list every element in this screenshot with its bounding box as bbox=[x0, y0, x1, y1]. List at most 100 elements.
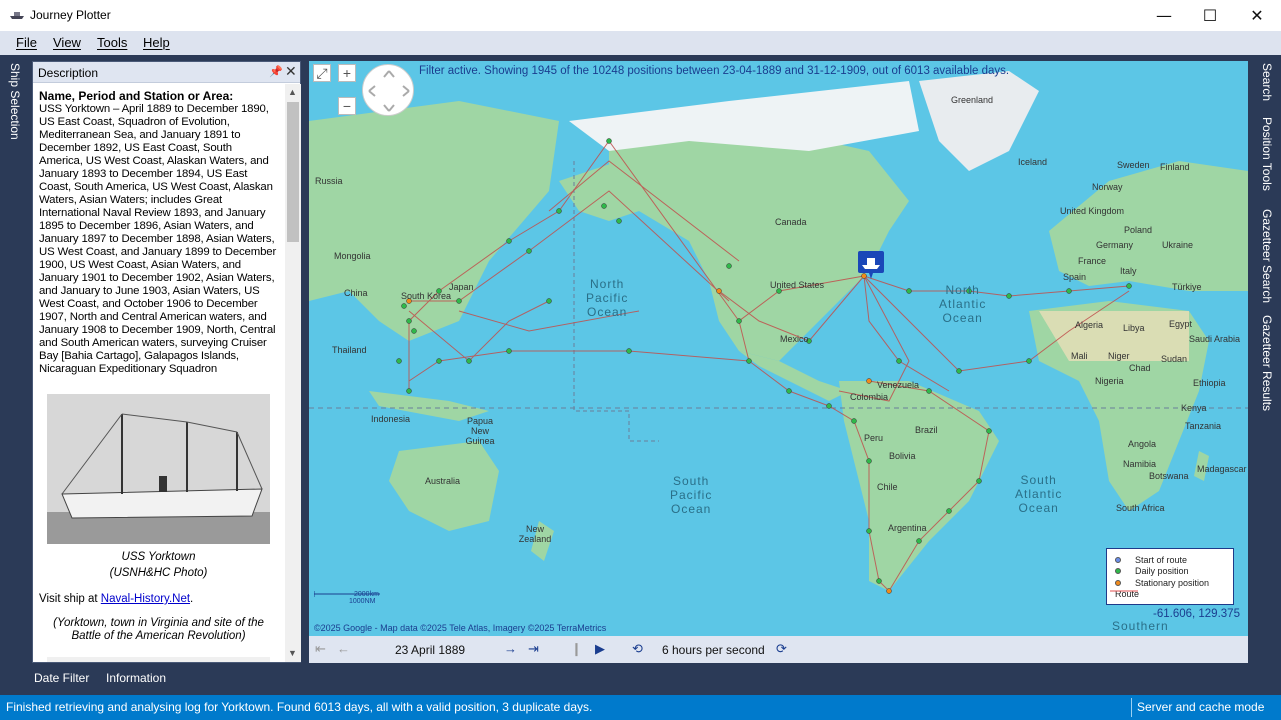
label-north-atlantic: North Atlantic Ocean bbox=[939, 283, 987, 325]
naval-history-link[interactable]: Naval-History.Net bbox=[101, 593, 190, 605]
pan-control[interactable] bbox=[362, 64, 414, 116]
bottom-dock-tabs: Date Filter Information bbox=[0, 663, 1281, 695]
description-title: Description bbox=[38, 66, 99, 80]
label-madagascar: Madagascar bbox=[1197, 464, 1247, 474]
label-uk: United Kingdom bbox=[1060, 206, 1125, 216]
scroll-thumb[interactable] bbox=[287, 102, 299, 242]
current-date: 23 April 1889 bbox=[395, 643, 466, 657]
tab-gazetteer-results[interactable]: Gazetteer Results bbox=[1260, 315, 1274, 411]
legend-stationary-dot bbox=[1115, 579, 1121, 586]
scroll-up-icon[interactable]: ▲ bbox=[288, 87, 297, 97]
label-norway: Norway bbox=[1092, 182, 1123, 192]
map-view[interactable]: Greenland Iceland Sweden Norway Finland … bbox=[309, 61, 1248, 636]
status-message: Finished retrieving and analysing log fo… bbox=[6, 700, 593, 714]
tab-search[interactable]: Search bbox=[1260, 63, 1274, 101]
label-ethiopia: Ethiopia bbox=[1193, 378, 1226, 388]
label-mongolia: Mongolia bbox=[334, 251, 371, 261]
status-separator bbox=[1131, 698, 1132, 717]
playback-bar: ⇤ ← 23 April 1889 → ⇥ ❙ ▶ ⟲ 6 hours per … bbox=[309, 636, 1248, 663]
left-dock-strip: Ship Selection bbox=[0, 55, 30, 695]
close-panel-icon[interactable]: ✕ bbox=[285, 63, 297, 80]
town-note: (Yorktown, town in Virginia and site of … bbox=[53, 617, 264, 642]
minimize-button[interactable]: — bbox=[1141, 0, 1187, 31]
label-thailand: Thailand bbox=[332, 345, 367, 355]
slower-icon[interactable]: ⟲ bbox=[632, 641, 643, 657]
tab-information[interactable]: Information bbox=[106, 671, 166, 685]
zoom-out-button[interactable]: − bbox=[338, 97, 356, 115]
faster-icon[interactable]: ⟳ bbox=[776, 641, 787, 657]
menu-view[interactable]: View bbox=[53, 35, 81, 50]
label-france: France bbox=[1078, 256, 1107, 266]
tab-gazetteer-search[interactable]: Gazetteer Search bbox=[1260, 209, 1274, 303]
description-scrollbar[interactable]: ▲ ▼ bbox=[285, 84, 301, 662]
zoom-in-button[interactable]: + bbox=[338, 64, 356, 82]
step-back-icon[interactable]: ← bbox=[337, 641, 350, 656]
label-finland: Finland bbox=[1160, 162, 1190, 172]
menu-help[interactable]: Help bbox=[143, 35, 170, 50]
label-germany: Germany bbox=[1096, 240, 1134, 250]
map-scale: 2000km 1000NM bbox=[314, 591, 380, 605]
play-icon[interactable]: ▶ bbox=[595, 641, 605, 657]
menu-tools[interactable]: Tools bbox=[97, 35, 127, 50]
description-heading: Name, Period and Station or Area: bbox=[39, 89, 234, 103]
label-indonesia: Indonesia bbox=[371, 414, 411, 424]
label-nigeria: Nigeria bbox=[1095, 376, 1124, 386]
tab-ship-selection[interactable]: Ship Selection bbox=[8, 63, 22, 140]
close-button[interactable]: ✕ bbox=[1234, 0, 1280, 31]
visit-line: Visit ship at Naval-History.Net. bbox=[39, 593, 194, 605]
maximize-button[interactable]: ☐ bbox=[1187, 0, 1233, 31]
label-sweden: Sweden bbox=[1117, 160, 1150, 170]
label-italy: Italy bbox=[1120, 266, 1137, 276]
label-south-atlantic: South Atlantic Ocean bbox=[1015, 473, 1063, 515]
description-text: USS Yorktown – April 1889 to December 18… bbox=[39, 103, 277, 375]
label-chile: Chile bbox=[877, 482, 898, 492]
label-colombia: Colombia bbox=[850, 392, 889, 402]
tab-date-filter[interactable]: Date Filter bbox=[34, 671, 89, 685]
pause-icon[interactable]: ❙ bbox=[571, 641, 582, 657]
tab-position-tools[interactable]: Position Tools bbox=[1260, 117, 1274, 191]
label-new-zealand: New Zealand bbox=[518, 524, 552, 544]
ship-app-icon bbox=[10, 12, 24, 19]
label-mexico: Mexico bbox=[780, 334, 809, 344]
label-libya: Libya bbox=[1123, 323, 1145, 333]
label-peru: Peru bbox=[864, 433, 884, 443]
label-brazil: Brazil bbox=[915, 425, 938, 435]
label-algeria: Algeria bbox=[1075, 320, 1104, 330]
label-south-pacific: South Pacific Ocean bbox=[670, 474, 713, 516]
description-panel: Description 📌 ✕ Name, Period and Station… bbox=[32, 61, 301, 663]
label-north-pacific: North Pacific Ocean bbox=[586, 277, 629, 319]
label-australia: Australia bbox=[425, 476, 461, 486]
window-title: Journey Plotter bbox=[30, 8, 111, 22]
cursor-coordinates: -61.606, 129.375 bbox=[1153, 608, 1240, 620]
label-kenya: Kenya bbox=[1181, 403, 1207, 413]
label-spain: Spain bbox=[1063, 272, 1087, 282]
map-copyright: ©2025 Google - Map data ©2025 Tele Atlas… bbox=[314, 623, 607, 633]
label-canada: Canada bbox=[775, 217, 807, 227]
label-ukraine: Ukraine bbox=[1162, 240, 1194, 250]
pin-icon[interactable]: 📌 bbox=[269, 65, 283, 78]
label-namibia: Namibia bbox=[1123, 459, 1157, 469]
label-tanzania: Tanzania bbox=[1185, 421, 1222, 431]
legend-start-dot bbox=[1115, 556, 1121, 563]
label-russia: Russia bbox=[315, 176, 343, 186]
cache-mode: Server and cache mode bbox=[1137, 700, 1265, 714]
label-united-states: United States bbox=[770, 280, 825, 290]
description-header: Description 📌 ✕ bbox=[33, 62, 300, 83]
label-greenland: Greenland bbox=[951, 95, 994, 105]
skip-to-end-icon[interactable]: ⇥ bbox=[528, 641, 539, 657]
skip-to-start-icon[interactable]: ⇤ bbox=[315, 641, 326, 657]
label-southern-ocean: Southern bbox=[1112, 619, 1169, 633]
label-mali: Mali bbox=[1071, 351, 1088, 361]
label-bolivia: Bolivia bbox=[889, 451, 916, 461]
menu-bar: File View Tools Help bbox=[0, 31, 1281, 55]
step-forward-icon[interactable]: → bbox=[504, 641, 517, 656]
label-botswana: Botswana bbox=[1149, 471, 1189, 481]
menu-file[interactable]: File bbox=[16, 35, 37, 50]
fullscreen-icon[interactable]: ⤢ bbox=[313, 64, 331, 82]
ship-photo bbox=[47, 394, 270, 544]
label-chad: Chad bbox=[1129, 363, 1151, 373]
right-dock-strip: Search Position Tools Gazetteer Search G… bbox=[1252, 55, 1281, 695]
label-niger: Niger bbox=[1108, 351, 1130, 361]
label-sudan: Sudan bbox=[1161, 354, 1188, 364]
scroll-down-icon[interactable]: ▼ bbox=[288, 648, 297, 658]
